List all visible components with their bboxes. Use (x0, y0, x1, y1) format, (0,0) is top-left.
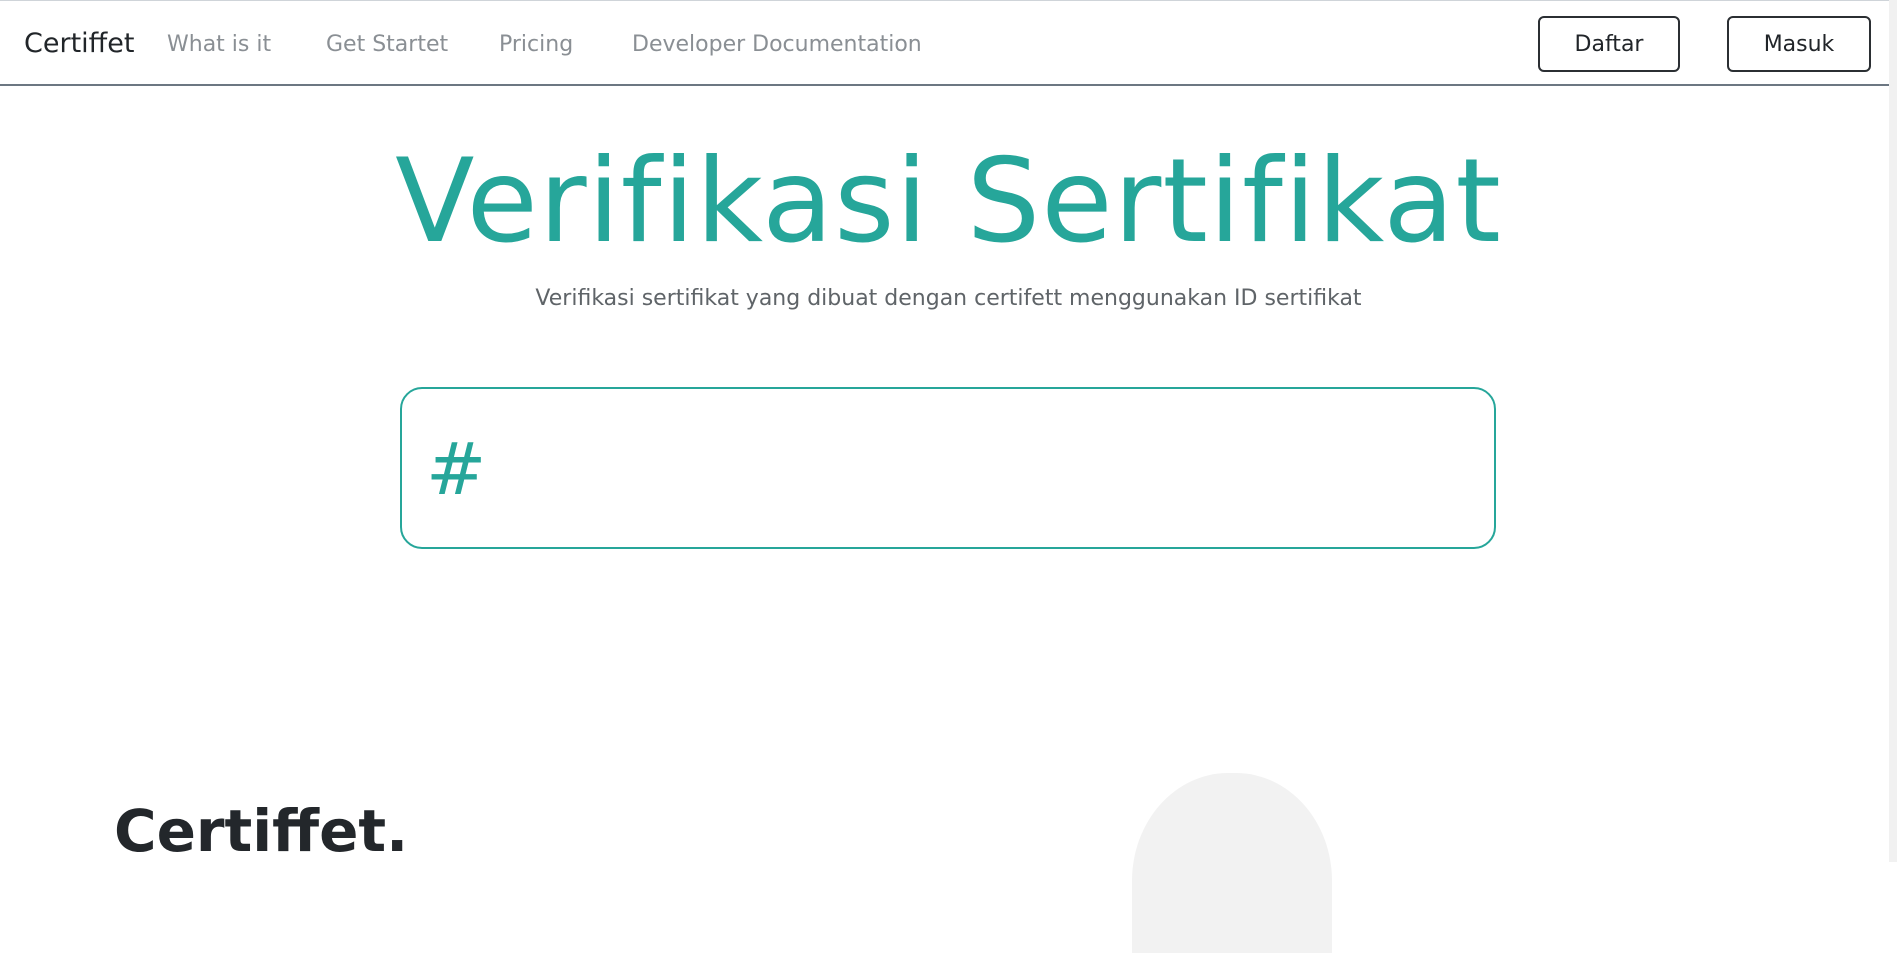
nav-link-what-is-it[interactable]: What is it (167, 31, 271, 59)
top-navbar: Certiffet What is it Get Startet Pricing… (0, 0, 1897, 86)
page-subtitle: Verifikasi sertifikat yang dibuat dengan… (535, 286, 1362, 311)
certificate-id-field[interactable]: # (400, 387, 1496, 549)
login-button[interactable]: Masuk (1727, 16, 1871, 72)
nav-link-get-started[interactable]: Get Startet (326, 31, 448, 59)
hash-icon: # (426, 427, 487, 511)
certificate-id-input[interactable] (512, 419, 1476, 521)
nav-link-pricing[interactable]: Pricing (499, 31, 573, 59)
footer-brand: Certiffet. (114, 797, 409, 865)
nav-link-developer-documentation[interactable]: Developer Documentation (632, 31, 922, 59)
brand-link[interactable]: Certiffet (24, 27, 134, 61)
page-title: Verifikasi Sertifikat (395, 134, 1502, 269)
page-scrollbar[interactable] (1889, 0, 1897, 862)
decorative-shape (1132, 773, 1332, 953)
register-button[interactable]: Daftar (1538, 16, 1680, 72)
